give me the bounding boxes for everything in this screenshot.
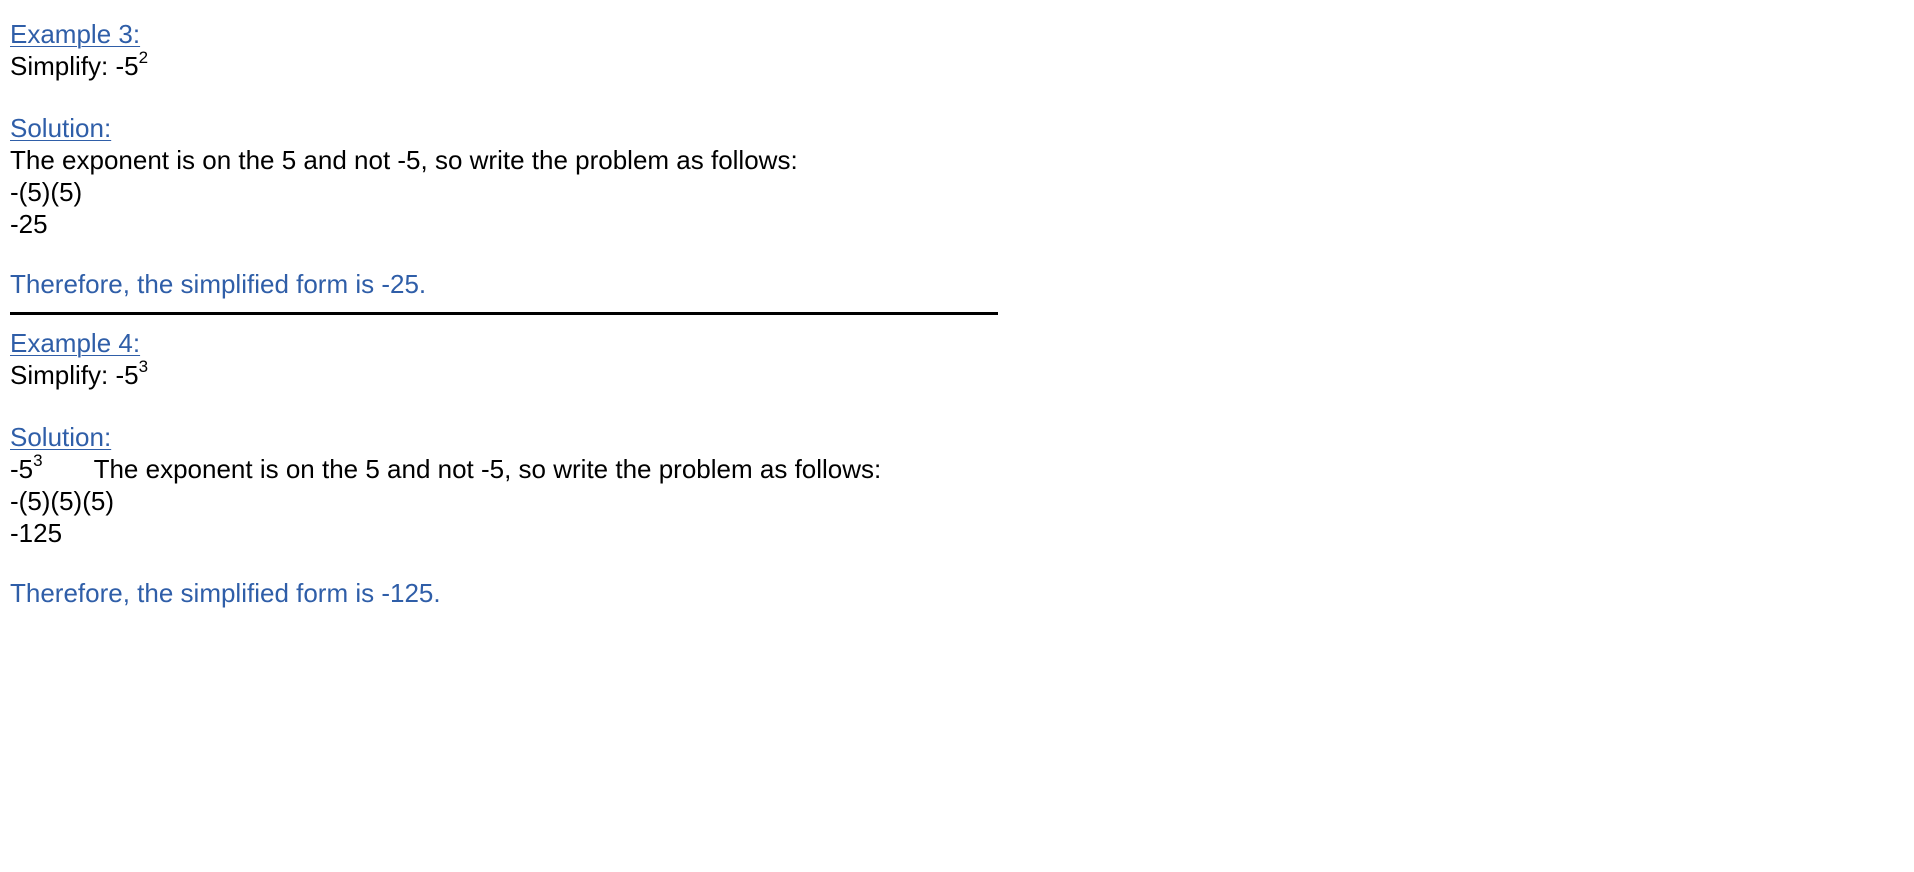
- example-4-step-1: -(5)(5)(5): [10, 486, 114, 516]
- example-4-solution-link[interactable]: Solution:: [10, 422, 111, 452]
- example-3-section: Example 3: Simplify: -52 Solution: The e…: [10, 18, 1010, 300]
- example-4-heading-link[interactable]: Example 4:: [10, 328, 140, 358]
- example-4-problem: Simplify: -53: [10, 357, 1010, 391]
- example-3-step-2: -25: [10, 209, 48, 239]
- document-body: Example 3: Simplify: -52 Solution: The e…: [10, 18, 1010, 609]
- example-3-explanation: The exponent is on the 5 and not -5, so …: [10, 145, 798, 175]
- example-3-problem-exponent: 2: [138, 48, 149, 68]
- example-4-problem-text: Simplify: -5: [10, 360, 139, 390]
- example-3-problem-text: Simplify: -5: [10, 51, 139, 81]
- example-3-heading-link[interactable]: Example 3:: [10, 19, 140, 49]
- example-4-explanation-line: -53 The exponent is on the 5 and not -5, …: [10, 451, 1010, 485]
- example-4-conclusion: Therefore, the simplified form is -125.: [10, 578, 441, 608]
- example-4-step-2: -125: [10, 518, 63, 548]
- example-4-section: Example 4: Simplify: -53 Solution: -53 Th…: [10, 327, 1010, 609]
- example-3-conclusion: Therefore, the simplified form is -25.: [10, 269, 427, 299]
- example-3-solution-link[interactable]: Solution:: [10, 113, 111, 143]
- example-4-explanation: The exponent is on the 5 and not -5, so …: [93, 454, 882, 484]
- example-3-step-1: -(5)(5): [10, 177, 83, 207]
- example-3-problem: Simplify: -52: [10, 48, 1010, 82]
- section-divider: [10, 312, 998, 315]
- example-4-inline-exponent: 3: [33, 451, 43, 471]
- example-4-problem-exponent: 3: [138, 357, 149, 377]
- example-4-inline-base: -5: [10, 454, 34, 484]
